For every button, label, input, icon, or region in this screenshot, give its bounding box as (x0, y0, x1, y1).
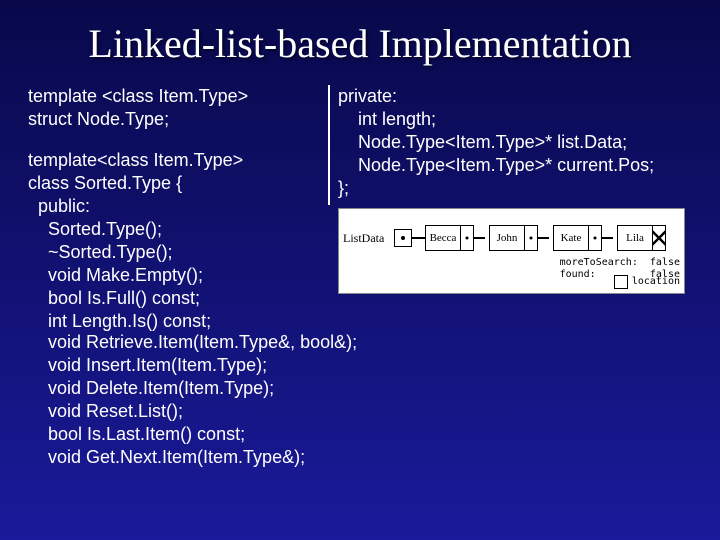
code-block-class-public: template<class Item.Type> class Sorted.T… (28, 149, 328, 333)
diagram-location-box (614, 275, 628, 289)
diagram-node-1-value: Becca (426, 226, 460, 250)
code-block-class-methods-fullwidth: void Retrieve.Item(Item.Type&, bool&); v… (0, 331, 720, 469)
diagram-node-1-next (460, 226, 473, 250)
diagram-node-4-null (652, 226, 665, 250)
diagram-listdata-pointer-box (394, 229, 412, 247)
diagram-node-2-next (524, 226, 537, 250)
diagram-node-2: John (489, 225, 538, 251)
diagram-node-1: Becca (425, 225, 474, 251)
diagram-node-4: Lila (617, 225, 666, 251)
diagram-more-to-search: moreToSearch: false (560, 257, 680, 270)
diagram-node-3-next (588, 226, 601, 250)
left-column: template <class Item.Type> struct Node.T… (28, 85, 328, 333)
diagram-ptr-label: ListData (343, 231, 384, 246)
diagram-node-2-value: John (490, 226, 524, 250)
diagram-node-4-value: Lila (618, 226, 652, 250)
slide-content: template <class Item.Type> struct Node.T… (0, 85, 720, 333)
right-column: private: int length; Node.Type<Item.Type… (328, 85, 692, 333)
diagram-location: location (614, 275, 680, 289)
slide-title: Linked-list-based Implementation (0, 0, 720, 85)
code-block-class-private: private: int length; Node.Type<Item.Type… (338, 85, 692, 200)
spacer (28, 131, 328, 149)
diagram-node-3: Kate (553, 225, 602, 251)
linked-list-diagram: ListData Becca John Kate Lila moreToSear… (338, 208, 685, 294)
diagram-node-3-value: Kate (554, 226, 588, 250)
code-block-struct-decl: template <class Item.Type> struct Node.T… (28, 85, 328, 131)
diagram-location-label: location (632, 276, 680, 289)
